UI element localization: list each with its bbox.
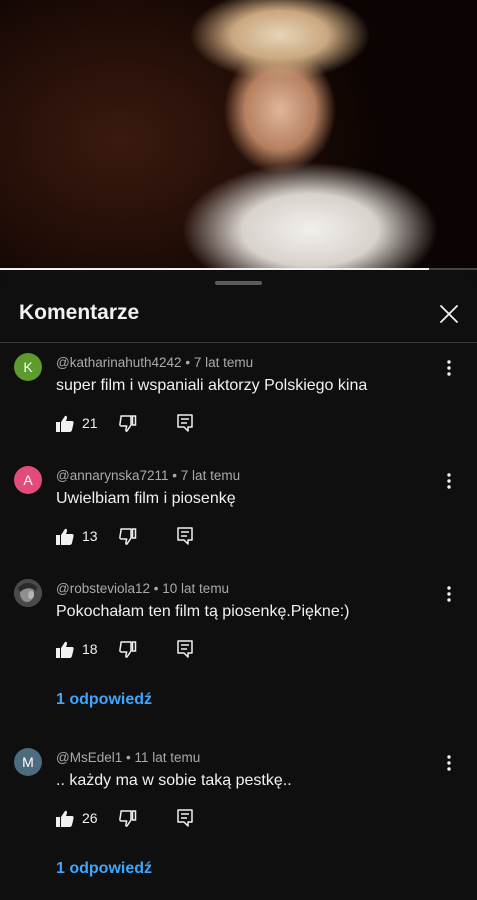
thumb-up-icon — [56, 810, 74, 827]
replies-link[interactable]: 1 odpowiedź — [56, 691, 152, 709]
comment-time: 7 lat temu — [193, 355, 254, 370]
comment-meta: @robsteviola12 • 10 lat temu — [56, 581, 229, 596]
more-options-button[interactable] — [438, 357, 460, 379]
dislike-button[interactable] — [119, 414, 137, 432]
comment-time: 11 lat temu — [134, 750, 201, 765]
thumb-up-icon — [56, 528, 74, 545]
reply-icon — [177, 809, 193, 827]
drag-handle[interactable] — [215, 281, 262, 285]
thumb-up-icon — [56, 641, 74, 658]
thumb-down-icon — [119, 527, 137, 545]
video-progress-bar[interactable] — [0, 268, 477, 270]
comment-actions: 18 — [56, 639, 193, 659]
like-count: 18 — [82, 641, 98, 657]
meta-separator: • — [172, 468, 178, 483]
comment-meta: @annarynska7211 • 7 lat temu — [56, 468, 240, 483]
meta-separator: • — [185, 355, 191, 370]
like-button[interactable]: 26 — [56, 810, 112, 827]
divider — [0, 342, 477, 343]
reply-button[interactable] — [177, 527, 193, 545]
more-vertical-icon — [447, 755, 451, 771]
video-player[interactable] — [0, 0, 477, 270]
reply-button[interactable] — [177, 414, 193, 432]
close-icon — [440, 305, 458, 323]
dislike-button[interactable] — [119, 527, 137, 545]
comment-author[interactable]: @annarynska7211 — [56, 468, 169, 483]
thumb-up-icon — [56, 415, 74, 432]
comment-actions: 26 — [56, 808, 193, 828]
comment-actions: 13 — [56, 526, 193, 546]
close-button[interactable] — [434, 299, 464, 329]
avatar[interactable] — [14, 579, 42, 607]
comment-time: 7 lat temu — [180, 468, 241, 483]
replies-link[interactable]: 1 odpowiedź — [56, 860, 152, 878]
avatar-letter: M — [22, 754, 34, 770]
video-frame — [0, 0, 477, 270]
dislike-button[interactable] — [119, 640, 137, 658]
like-count: 13 — [82, 528, 98, 544]
more-vertical-icon — [447, 473, 451, 489]
comment-text: Uwielbiam film i piosenkę — [56, 490, 236, 507]
more-options-button[interactable] — [438, 752, 460, 774]
video-progress-fill — [0, 268, 430, 270]
like-button[interactable]: 18 — [56, 641, 112, 658]
reply-icon — [177, 414, 193, 432]
comment-time: 10 lat temu — [162, 581, 230, 596]
more-vertical-icon — [447, 360, 451, 376]
more-vertical-icon — [447, 586, 451, 602]
thumb-down-icon — [119, 809, 137, 827]
reply-icon — [177, 640, 193, 658]
comment-author[interactable]: @robsteviola12 — [56, 581, 150, 596]
reply-button[interactable] — [177, 809, 193, 827]
dislike-button[interactable] — [119, 809, 137, 827]
reply-button[interactable] — [177, 640, 193, 658]
comments-sheet: Komentarze K @katharinahuth4242 • 7 lat … — [0, 271, 477, 900]
like-count: 26 — [82, 810, 98, 826]
meta-separator: • — [126, 750, 131, 765]
avatar-photo — [14, 579, 42, 607]
sheet-title: Komentarze — [19, 301, 140, 324]
comment-text: .. każdy ma w sobie taką pestkę.. — [56, 772, 292, 789]
comment-author[interactable]: @katharinahuth4242 — [56, 355, 182, 370]
thumb-down-icon — [119, 640, 137, 658]
comment-meta: @katharinahuth4242 • 7 lat temu — [56, 355, 253, 370]
comment-actions: 21 — [56, 413, 193, 433]
more-options-button[interactable] — [438, 470, 460, 492]
more-options-button[interactable] — [438, 583, 460, 605]
like-count: 21 — [82, 415, 98, 431]
comment-author[interactable]: @MsEdel1 — [56, 750, 122, 765]
meta-separator: • — [153, 581, 159, 596]
avatar-letter: K — [23, 359, 33, 375]
thumb-down-icon — [119, 414, 137, 432]
comment-text: super film i wspaniali aktorzy Polskiego… — [56, 377, 368, 394]
avatar[interactable]: M — [14, 748, 42, 776]
like-button[interactable]: 13 — [56, 528, 112, 545]
comment-meta: @MsEdel1 • 11 lat temu — [56, 750, 200, 765]
avatar[interactable]: A — [14, 466, 42, 494]
comment-text: Pokochałam ten film tą piosenkę.Piękne:) — [56, 603, 350, 620]
avatar[interactable]: K — [14, 353, 42, 381]
avatar-letter: A — [23, 472, 33, 488]
like-button[interactable]: 21 — [56, 415, 112, 432]
reply-icon — [177, 527, 193, 545]
